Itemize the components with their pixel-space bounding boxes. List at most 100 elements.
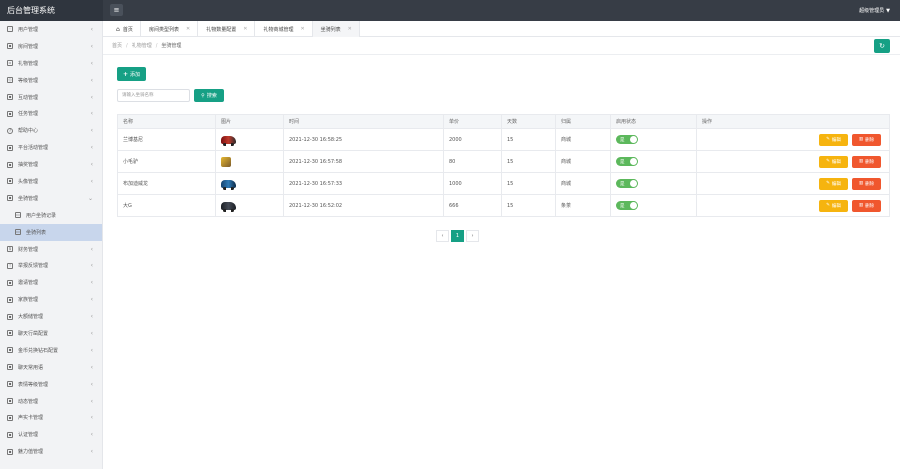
sidebar-item[interactable]: ▭ 坐骑列表	[0, 223, 102, 241]
sidebar-item[interactable]: ▪ 动态管理 ‹	[0, 393, 102, 410]
users-icon: ◦	[7, 26, 13, 33]
chevron-left-icon: ‹	[90, 279, 93, 287]
delete-button[interactable]: ▥ 删除	[852, 133, 881, 146]
cell-status: 是	[610, 128, 697, 151]
sidebar-item[interactable]: ▪ 表情等级管理 ‹	[0, 376, 102, 393]
sidebar-item[interactable]: ▪ 大额储管理 ‹	[0, 308, 102, 325]
grid-icon: ▪	[7, 414, 13, 421]
status-toggle[interactable]: 是	[616, 179, 638, 188]
sidebar-item[interactable]: ▪ 聊天常用语 ‹	[0, 359, 102, 376]
close-icon[interactable]: ✕	[186, 26, 190, 32]
chevron-left-icon: ‹	[90, 380, 93, 388]
edit-button-label: 编辑	[831, 181, 841, 187]
column-header-image: 图片	[215, 114, 284, 129]
chevron-down-icon: ⌄	[87, 194, 93, 202]
chevron-left-icon: ‹	[90, 363, 93, 371]
sidebar-item[interactable]: ▪ 任务管理 ‹	[0, 105, 102, 122]
menu-toggle-button[interactable]: ≡	[110, 4, 123, 16]
grid-icon: ▪	[7, 398, 13, 405]
tab[interactable]: 房间类型列表 ✕	[141, 21, 199, 37]
sidebar-item[interactable]: ▪ 房间管理 ‹	[0, 38, 102, 55]
sidebar-item[interactable]: ▫ 礼物管理 ‹	[0, 55, 102, 72]
close-icon[interactable]: ✕	[243, 26, 247, 32]
status-toggle[interactable]: 是	[616, 201, 638, 210]
user-menu[interactable]: 超级管理员 ▼	[859, 0, 890, 21]
search-button[interactable]: ⚲ 搜索	[194, 89, 224, 102]
sidebar-item[interactable]: ▪ 家族管理 ‹	[0, 291, 102, 308]
dollar-icon: $	[7, 246, 13, 253]
sidebar-item[interactable]: ▪ 坐骑管理 ⌄	[0, 190, 102, 207]
grid-icon: ▪	[7, 195, 13, 202]
cell-time: 2021-12-30 16:57:33	[283, 172, 444, 195]
status-toggle[interactable]: 是	[616, 135, 638, 144]
tab-label: 礼物商城管理	[263, 26, 294, 33]
delete-button[interactable]: ▥ 删除	[852, 199, 881, 212]
edit-button[interactable]: ✎ 编辑	[819, 199, 848, 212]
add-button[interactable]: + 添加	[117, 67, 146, 81]
edit-button[interactable]: ✎ 编辑	[819, 133, 848, 146]
toggle-knob	[630, 158, 637, 165]
cell-image	[215, 172, 284, 195]
edit-button[interactable]: ✎ 编辑	[819, 155, 848, 168]
cell-days: 15	[501, 194, 556, 217]
grid-icon: ▪	[7, 94, 13, 100]
sidebar-item[interactable]: ▪ 邀请管理 ‹	[0, 274, 102, 291]
blue-sports-car-image	[221, 179, 236, 190]
sidebar-item[interactable]: ◦ 用户管理 ‹	[0, 21, 102, 38]
grid-icon: ▪	[7, 381, 13, 388]
plus-icon: +	[122, 70, 128, 78]
sidebar-item[interactable]: ▪ 魅力值管理 ‹	[0, 443, 102, 460]
search-input[interactable]	[117, 89, 190, 102]
delete-button[interactable]: ▥ 删除	[852, 155, 881, 168]
top-bar: 后台管理系统 ≡ 超级管理员 ▼	[0, 0, 900, 21]
cell-price: 1000	[443, 172, 502, 195]
sidebar-item[interactable]: ? 帮助中心 ‹	[0, 122, 102, 139]
mount-table: 名称 图片 时间 单价 天数 归属 启用状态 操作 兰博基尼 2021-12-30…	[117, 114, 890, 217]
table-row: 兰博基尼 2021-12-30 16:58:25 2000 15 商城 是 ✎ 编辑 ▥ 删除	[117, 128, 890, 151]
sidebar-item[interactable]: ▪ 金币兑换钻石配置 ‹	[0, 342, 102, 359]
sidebar-item[interactable]: ▪ 平台活动管理 ‹	[0, 139, 102, 156]
sidebar-item[interactable]: ! 举报反馈管理 ‹	[0, 257, 102, 274]
tab[interactable]: 礼物数量配置 ✕	[198, 21, 256, 37]
sidebar-item[interactable]: $ 财务管理 ‹	[0, 241, 102, 258]
sidebar-item[interactable]: ▪ 声实卡管理 ‹	[0, 409, 102, 426]
breadcrumb-item-gift[interactable]: 礼物管理	[132, 42, 152, 49]
refresh-button[interactable]: ↻	[874, 39, 890, 53]
sidebar-item[interactable]: ▪ 互动管理 ‹	[0, 89, 102, 106]
toggle-knob	[630, 202, 637, 209]
tab[interactable]: ⌂ 首页	[103, 21, 141, 37]
delete-button[interactable]: ▥ 删除	[852, 177, 881, 190]
edit-button[interactable]: ✎ 编辑	[819, 177, 848, 190]
grid-icon: ▪	[7, 431, 13, 438]
sidebar-item-label: 坐骑管理	[18, 195, 39, 202]
prev-page-button[interactable]: ‹	[436, 230, 449, 242]
sidebar-item[interactable]: ◇ 等级管理 ‹	[0, 72, 102, 89]
tab[interactable]: 坐骑列表 ✕	[312, 21, 360, 37]
page-number-current[interactable]: 1	[451, 230, 464, 242]
close-icon[interactable]: ✕	[300, 26, 304, 32]
sidebar-item[interactable]: ▪ 认证管理 ‹	[0, 426, 102, 443]
warning-icon: !	[7, 262, 13, 269]
table-row: 大G 2021-12-30 16:52:02 666 15 条茶 是 ✎ 编辑 ▥ 删除	[117, 194, 890, 217]
trash-icon: ▥	[858, 137, 864, 142]
grid-icon: ▪	[7, 178, 13, 185]
toggle-knob	[630, 180, 637, 187]
tab[interactable]: 礼物商城管理 ✕	[255, 21, 313, 37]
breadcrumb-item-home[interactable]: 首页	[112, 42, 122, 49]
table-row: 小毛驴 2021-12-30 16:57:58 80 15 商城 是 ✎ 编辑 ▥ 删除	[117, 150, 890, 173]
sidebar-item[interactable]: ▪ 抽奖管理 ‹	[0, 156, 102, 173]
sidebar-item[interactable]: ▪ 头像管理 ‹	[0, 173, 102, 190]
sidebar-item-label: 等级管理	[18, 77, 39, 84]
cell-actions: ✎ 编辑 ▥ 删除	[696, 194, 890, 217]
chevron-left-icon: ‹	[90, 262, 93, 270]
next-page-button[interactable]: ›	[466, 230, 479, 242]
sidebar-item-label: 认证管理	[18, 432, 39, 439]
help-icon: ?	[7, 127, 13, 134]
sidebar-item[interactable]: ▭ 用户坐骑记录	[0, 207, 102, 224]
sidebar-item[interactable]: ▪ 聊天行凿配置 ‹	[0, 325, 102, 342]
chevron-left-icon: ‹	[90, 144, 93, 152]
status-toggle[interactable]: 是	[616, 157, 638, 166]
sidebar-item-label: 金币兑换钻石配置	[18, 347, 59, 354]
breadcrumb: 首页 / 礼物管理 / 坐骑管理	[103, 37, 900, 55]
close-icon[interactable]: ✕	[348, 26, 352, 32]
